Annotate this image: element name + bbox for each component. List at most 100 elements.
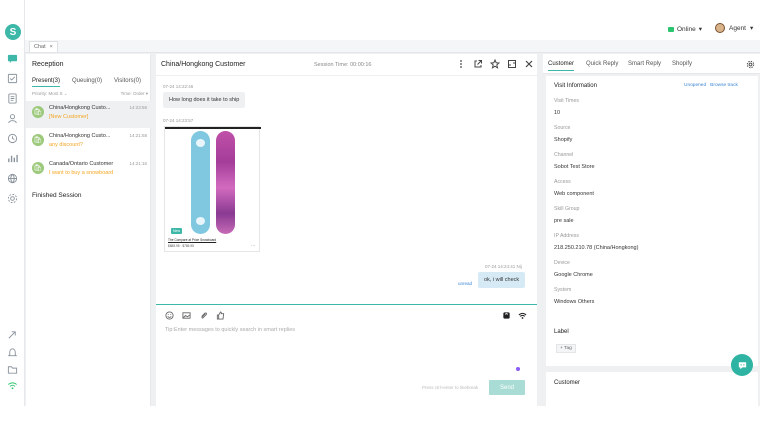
chat-icon[interactable] [7,53,18,64]
field-label: System [554,287,572,293]
reception-filters: Priority: Most S ⌄ Time: Order ▾ [32,91,148,97]
send-button[interactable]: Send [489,380,525,395]
agent-menu[interactable]: Agent ▾ [715,23,753,33]
session-item[interactable]: 🛍 China/Hongkong Custo... 14:23:56 [New … [26,101,151,128]
customer-title: Customer [554,380,581,386]
reception-tabs: Present(3) Queuing(0) Visitors(0) [32,78,141,87]
app-root: S Online ▾ Agent ▾ Chat × Reception Pres… [0,0,760,428]
field-label: Skill Group [554,206,580,212]
finished-session-header[interactable]: Finished Session [32,192,82,199]
avatar [715,23,725,33]
close-session-icon[interactable] [524,59,534,69]
chevron-down-icon: ▾ [698,26,703,33]
system-field: System Windows Others [554,287,594,305]
shopify-bag-icon[interactable] [502,311,511,320]
online-status-icon [668,26,674,32]
emoji-icon[interactable] [165,311,174,320]
transfer-session-icon[interactable] [507,59,517,69]
external-link-icon[interactable] [473,59,483,69]
attachment-icon[interactable] [199,311,208,320]
chevron-down-icon: ▾ [750,25,754,32]
product-price: $885.95 · $785.95 [168,244,194,248]
session-item[interactable]: 🛍 Canada/Ontario Customer 14:21:16 I wan… [26,157,151,184]
shopify-icon: 🛍 [32,134,44,146]
field-value: Windows Others [554,299,595,305]
unopened-link[interactable]: Unopened [684,83,706,88]
snowboard-image-purple [216,131,235,234]
tab-bar: Chat × [25,40,760,53]
customer-info-panel: Customer Quick Reply Smart Reply Shopify… [543,54,760,412]
visit-links: Unopened Browse track [684,83,738,88]
product-title[interactable]: The Compare at Price Snowboard [168,238,216,242]
field-value: Shopify [554,137,573,143]
top-bar [25,0,760,40]
thumbs-up-icon[interactable] [216,311,225,320]
user-icon[interactable] [7,113,18,124]
right-tabs: Customer Quick Reply Smart Reply Shopify [543,54,760,74]
chat-header: China/Hongkong Customer Session Time: 00… [156,54,537,76]
linebreak-hint: Press ctrl+enter to linebreak [422,385,479,390]
image-icon[interactable] [182,311,191,320]
tab-shopify[interactable]: Shopify [672,61,692,67]
time-order-filter[interactable]: Time: Order ▾ [121,91,148,97]
message-timestamp: 07-24 14:23:57 [163,118,194,123]
session-timer: Session Time: 00:00:16 [314,62,372,68]
online-status[interactable]: Online ▾ [668,25,702,33]
tab-queuing[interactable]: Queuing(0) [72,78,102,87]
product-card[interactable]: New The Compare at Price Snowboard $885.… [164,126,261,252]
field-label: Channel [554,152,574,158]
field-value: pre sale [554,218,574,224]
message-input-area[interactable]: Tip:Enter messages to quickly search in … [156,304,537,406]
gear-icon[interactable] [746,60,755,69]
chat-panel: China/Hongkong Customer Session Time: 00… [156,54,537,406]
browse-track-link[interactable]: Browse track [710,83,738,88]
field-value: 218.250.210.78 (China/Hongkong) [554,245,639,251]
input-placeholder: Tip:Enter messages to quickly search in … [165,327,296,333]
bottom-bar [0,406,760,428]
online-status-label: Online [677,25,696,33]
new-badge: New [171,228,183,234]
visit-times-field: Visit Times 10 [554,98,579,116]
broadcast-icon[interactable] [518,311,527,320]
folder-icon[interactable] [7,364,18,375]
message-timestamp: 07-24 14:22:46 [163,84,194,89]
close-icon[interactable]: × [50,44,53,50]
field-label: Source [554,125,571,131]
priority-filter[interactable]: Priority: Most S ⌄ [32,91,68,97]
task-icon[interactable] [7,73,18,84]
field-label: Device [554,260,570,266]
session-time: 14:23:56 [129,105,147,110]
tab-present[interactable]: Present(3) [32,78,61,87]
settings-icon[interactable] [7,193,18,204]
transfer-icon[interactable] [7,330,18,341]
globe-icon[interactable] [7,173,18,184]
history-icon[interactable] [7,133,18,144]
chat-support-button[interactable] [731,354,753,376]
star-icon[interactable] [490,59,500,69]
source-field: Source Shopify [554,125,572,143]
add-tag-button[interactable]: + Tag [556,344,576,353]
tab-chat-label: Chat [34,44,46,50]
session-name: Canada/Ontario Customer [49,161,114,167]
field-value: Google Chrome [554,272,593,278]
wifi-icon [7,380,18,391]
product-more[interactable]: ⋯ [251,243,255,248]
label-card: Label + Tag [546,322,758,366]
field-label: Visit Times [554,98,579,104]
bell-icon[interactable] [7,347,18,358]
session-time: 14:21:16 [129,161,147,166]
tab-quick-reply[interactable]: Quick Reply [586,61,618,67]
app-logo[interactable]: S [5,24,21,40]
session-message: I want to buy a snowboard [49,170,114,176]
tab-visitors[interactable]: Visitors(0) [114,78,141,87]
document-icon[interactable] [7,93,18,104]
session-item[interactable]: 🛍 China/Hongkong Custo... 14:21:58 any d… [26,129,151,156]
snowboard-decoration [196,217,205,225]
tab-smart-reply[interactable]: Smart Reply [628,61,661,67]
customer-name: China/Hongkong Customer [161,61,246,68]
tab-chat[interactable]: Chat × [29,41,58,52]
stats-icon[interactable] [7,153,18,164]
input-toolbar [165,311,225,320]
more-vertical-icon[interactable] [456,59,466,69]
tab-customer[interactable]: Customer [548,61,575,71]
